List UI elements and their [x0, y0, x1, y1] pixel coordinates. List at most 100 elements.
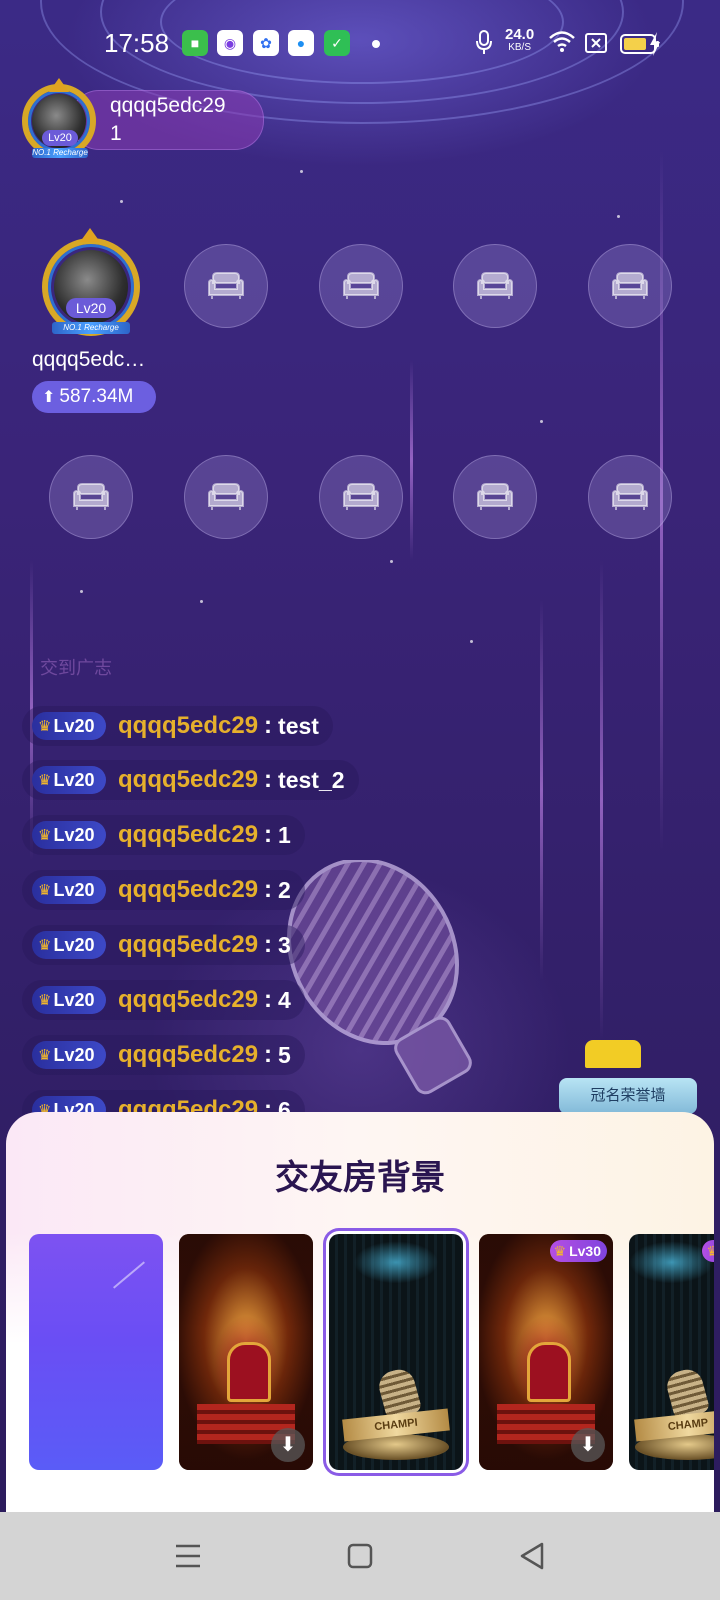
chat-username[interactable]: qqqq5edc29: [118, 712, 258, 740]
sofa-icon: [208, 483, 244, 510]
chat-username[interactable]: qqqq5edc29: [118, 766, 258, 794]
seat-user-name: qqqq5edc…: [32, 348, 146, 371]
chat-message[interactable]: ♛ Lv20 qqqq5edc29 : 3: [22, 925, 305, 965]
honor-wall-button[interactable]: 冠名荣誉墙: [559, 1078, 697, 1114]
crown-icon: ♛: [553, 1243, 567, 1259]
sofa-icon: [343, 483, 379, 510]
background-option-champion-selected[interactable]: CHAMPI: [329, 1234, 463, 1470]
level-requirement-badge: ♛: [702, 1240, 714, 1262]
wealth-value: 587.34M: [59, 386, 134, 407]
crown-icon: ♛: [38, 827, 52, 844]
crown-icon: ♛: [38, 1047, 52, 1064]
user-level-text: Lv20: [53, 769, 95, 790]
empty-seat[interactable]: [453, 455, 537, 539]
chat-text: 3: [278, 931, 291, 958]
chat-text: 4: [278, 986, 291, 1013]
light-beam: [410, 360, 413, 560]
level-requirement-badge: ♛ Lv30: [549, 1240, 607, 1262]
chat-username[interactable]: qqqq5edc29: [118, 876, 258, 904]
host-name: qqqq5edc29: [110, 94, 226, 117]
wifi-icon: [549, 31, 575, 52]
chat-separator: :: [264, 986, 273, 1013]
notification-dot: [372, 40, 380, 48]
chat-message[interactable]: ♛ Lv20 qqqq5edc29 : 5: [22, 1035, 305, 1075]
user-level-text: Lv20: [53, 989, 95, 1010]
sofa-icon: [477, 483, 513, 510]
empty-seat[interactable]: [319, 455, 403, 539]
shield-check-icon: ✓: [324, 30, 350, 56]
background-option-throne-lv30[interactable]: ♛ Lv30 ⬇: [479, 1234, 613, 1470]
champion-scene: CHAMP: [629, 1234, 714, 1470]
user-level-text: Lv20: [53, 824, 95, 845]
empty-seat[interactable]: [184, 244, 268, 328]
champion-scene: CHAMPI: [329, 1234, 463, 1470]
sofa-icon: [612, 272, 648, 299]
chat-separator: :: [264, 821, 273, 848]
chat-message[interactable]: ♛ Lv20 qqqq5edc29 : test: [22, 706, 333, 746]
back-triangle-icon[interactable]: [514, 1538, 550, 1574]
blue-ring-app-icon: ●: [288, 30, 314, 56]
empty-seat[interactable]: [184, 455, 268, 539]
sheet-title: 交友房背景: [275, 1159, 445, 1197]
chat-text: 1: [278, 821, 291, 848]
background-option-throne[interactable]: ⬇: [179, 1234, 313, 1470]
download-icon[interactable]: ⬇: [571, 1428, 605, 1462]
net-speed-unit: KB/S: [508, 42, 531, 53]
crown-icon: ♛: [38, 882, 52, 899]
user-level-badge: ♛ Lv20: [32, 821, 106, 849]
user-level-badge: ♛ Lv20: [32, 1041, 106, 1069]
level-requirement-text: Lv30: [569, 1243, 601, 1259]
status-bar: 17:58 ■ ◉ ✿ ● ✓ 24.0 KB/S: [0, 0, 720, 90]
chat-text: 2: [278, 876, 291, 903]
light-beam: [540, 600, 543, 980]
user-level-text: Lv20: [53, 879, 95, 900]
download-icon[interactable]: ⬇: [271, 1428, 305, 1462]
light-beam: [600, 560, 603, 1040]
user-level-text: Lv20: [53, 715, 95, 736]
chat-username[interactable]: qqqq5edc29: [118, 931, 258, 959]
net-speed: 24.0 KB/S: [505, 27, 534, 54]
android-robot-icon: ■: [182, 30, 208, 56]
chat-separator: :: [264, 766, 273, 793]
sofa-icon: [612, 483, 648, 510]
crown-icon: ♛: [38, 937, 52, 954]
chat-username[interactable]: qqqq5edc29: [118, 1041, 258, 1069]
chat-message[interactable]: ♛ Lv20 qqqq5edc29 : 4: [22, 980, 305, 1020]
crown-icon: ♛: [38, 772, 52, 789]
star: [390, 560, 393, 563]
chat-message[interactable]: ♛ Lv20 qqqq5edc29 : 1: [22, 815, 305, 855]
shooting-star: [113, 1261, 145, 1289]
empty-seat[interactable]: [588, 455, 672, 539]
chat-text: test: [278, 712, 319, 739]
sofa-icon: [477, 272, 513, 299]
status-time: 17:58: [104, 28, 170, 58]
star: [80, 590, 83, 593]
chat-message[interactable]: ♛ Lv20 qqqq5edc29 : test_2: [22, 760, 359, 800]
empty-seat[interactable]: [319, 244, 403, 328]
user-level-text: Lv20: [53, 934, 95, 955]
chat-username[interactable]: qqqq5edc29: [118, 986, 258, 1014]
empty-seat[interactable]: [588, 244, 672, 328]
menu-icon[interactable]: [170, 1538, 206, 1574]
chat-message[interactable]: ♛ Lv20 qqqq5edc29 : 2: [22, 870, 305, 910]
crown-icon: ♛: [38, 992, 52, 1009]
sofa-icon: [343, 272, 379, 299]
throne-seat: [527, 1342, 571, 1402]
room-notice: 交到广志: [40, 658, 112, 678]
crown-icon: [80, 228, 100, 242]
background-option-champion[interactable]: CHAMP ♛: [629, 1234, 714, 1470]
seat-user-avatar[interactable]: Lv20 NO.1 Recharge: [32, 228, 148, 344]
crown-icon: ♛: [706, 1243, 714, 1259]
gift-box-icon: [585, 1040, 641, 1068]
avatar-banner: NO.1 Recharge: [52, 322, 130, 334]
host-avatar[interactable]: Lv20 NO.1 Recharge: [18, 78, 100, 162]
crown-icon: [49, 78, 69, 92]
home-square-icon[interactable]: [342, 1538, 378, 1574]
chat-separator: :: [264, 931, 273, 958]
empty-seat[interactable]: [453, 244, 537, 328]
background-option-purple[interactable]: [29, 1234, 163, 1470]
empty-seat[interactable]: [49, 455, 133, 539]
wealth-pill: ⬆ 587.34M: [32, 381, 156, 413]
chat-username[interactable]: qqqq5edc29: [118, 821, 258, 849]
upload-arrow-icon: ⬆: [42, 389, 56, 406]
